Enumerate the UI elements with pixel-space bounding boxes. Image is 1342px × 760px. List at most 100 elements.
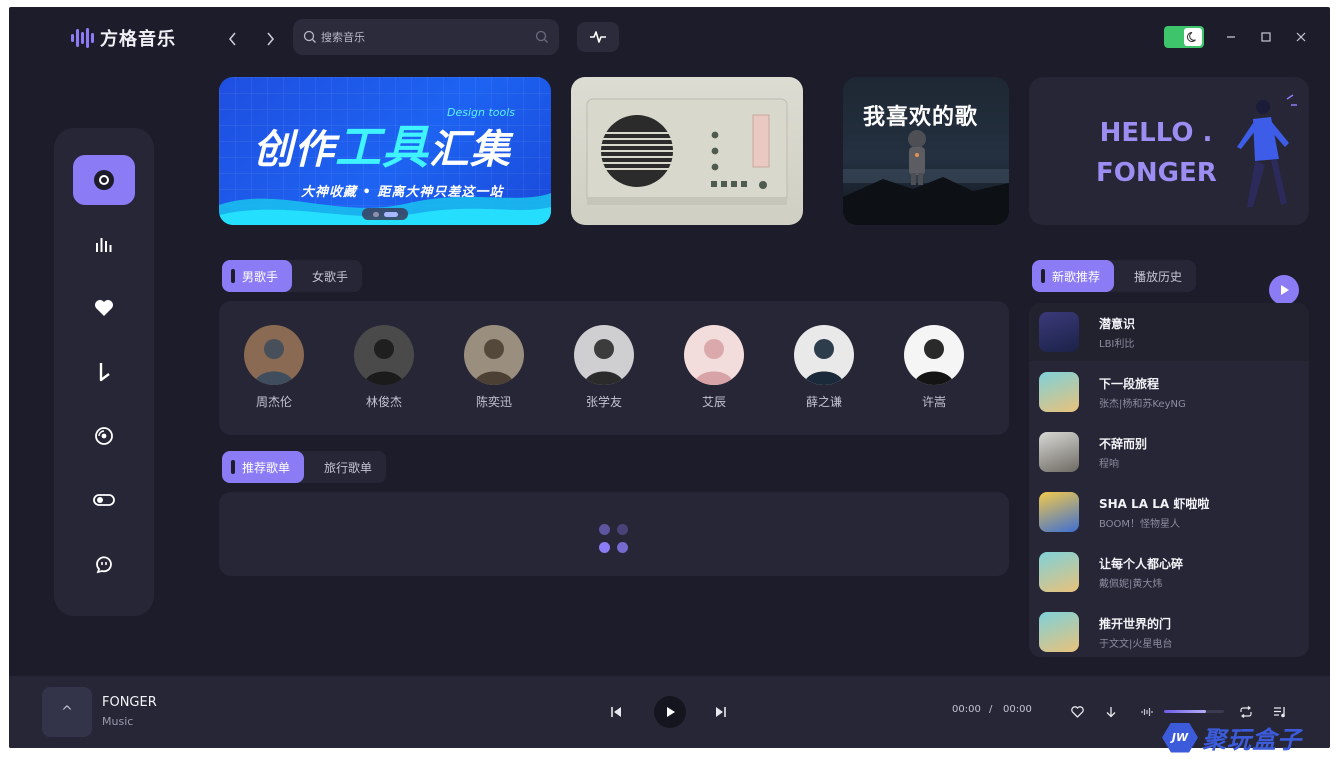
skip-back-icon — [611, 707, 621, 717]
app-logo: 方格音乐 — [71, 25, 176, 51]
tab-recommended-playlists[interactable]: 推荐歌单 — [222, 451, 305, 483]
banner-hello: HELLO . FONGER — [1029, 77, 1309, 225]
avatar — [904, 325, 964, 385]
tab-male-singers[interactable]: 男歌手 — [222, 260, 293, 292]
artists-panel: 周杰伦 林俊杰 陈奕迅 张学友 艾辰 薛之谦 许嵩 — [219, 301, 1009, 435]
skip-forward-icon — [716, 707, 726, 717]
close-button[interactable] — [1291, 27, 1311, 47]
repeat-mode-button[interactable] — [1238, 704, 1254, 720]
song-title: SHA LA LA 虾啦啦 — [1099, 497, 1210, 511]
list-item[interactable]: 不辞而别 程响 — [1029, 423, 1309, 481]
sidebar-item-settings[interactable] — [73, 475, 135, 525]
banner-radio[interactable] — [571, 77, 803, 225]
app-window: 方格音乐 搜索音乐 Design tools 创作工具汇集 大神收藏 • 距离大… — [9, 7, 1330, 748]
radio-illustration — [586, 98, 788, 205]
volume-level — [1164, 710, 1206, 713]
chat-bubble-icon — [96, 556, 112, 574]
artist-card[interactable]: 林俊杰 — [344, 325, 424, 410]
theme-toggle[interactable] — [1164, 26, 1204, 48]
list-item[interactable]: 推开世界的门 于文文|火星电台 — [1029, 603, 1309, 657]
like-button[interactable] — [1069, 704, 1085, 720]
maximize-button[interactable] — [1256, 27, 1276, 47]
banner-title: 我喜欢的歌 — [863, 105, 979, 130]
song-artist: BOOM！怪物星人 — [1099, 519, 1181, 530]
avatar — [684, 325, 744, 385]
chevron-right-icon — [267, 32, 275, 46]
artist-card[interactable]: 艾辰 — [674, 325, 754, 410]
artist-name: 艾辰 — [701, 395, 726, 409]
banner-favorite-songs[interactable]: 我喜欢的歌 — [843, 77, 1009, 225]
search-input[interactable] — [321, 30, 531, 44]
sidebar-item-downloads[interactable] — [73, 347, 135, 397]
sidebar-item-charts[interactable] — [73, 219, 135, 269]
play-icon — [1281, 285, 1289, 295]
minimize-icon — [1227, 36, 1235, 38]
playlist-queue-button[interactable] — [1272, 704, 1288, 720]
now-playing-cover-button[interactable]: ^ — [42, 687, 92, 737]
song-artist: LBI利比 — [1099, 339, 1135, 350]
arrow-down-icon — [1106, 707, 1116, 718]
song-title: 下一段旅程 — [1099, 377, 1160, 391]
listen-recognize-button[interactable] — [577, 22, 619, 52]
sidebar-item-chat[interactable] — [73, 539, 135, 589]
list-item[interactable]: 让每个人都心碎 戴佩妮|黄大炜 — [1029, 543, 1309, 601]
hello-text: HELLO . FONGER — [1096, 118, 1217, 188]
volume-button[interactable] — [1139, 704, 1155, 720]
song-title: 不辞而别 — [1099, 437, 1148, 451]
sidebar-item-favorites[interactable] — [73, 283, 135, 333]
toggle-icon — [93, 494, 115, 506]
now-playing-title: FONGER — [102, 695, 157, 710]
banner-subtitle: 大神收藏 • 距离大神只差这一站 — [301, 185, 504, 200]
download-icon — [99, 363, 110, 382]
person-illustration — [1237, 94, 1297, 207]
carousel-dots[interactable] — [362, 208, 408, 220]
heart-icon — [95, 300, 113, 316]
song-title: 推开世界的门 — [1099, 617, 1172, 631]
player-bar: ^ FONGER Music 00:00 / 00:00 — [9, 676, 1330, 748]
song-cover — [1039, 312, 1079, 352]
artist-name: 薛之谦 — [805, 395, 842, 409]
banner-design-tools[interactable]: Design tools 创作工具汇集 大神收藏 • 距离大神只差这一站 — [219, 77, 551, 225]
pulse-icon — [590, 31, 606, 43]
download-button[interactable] — [1103, 704, 1119, 720]
avatar — [574, 325, 634, 385]
current-time: 00:00 — [952, 704, 981, 715]
artist-card[interactable]: 周杰伦 — [234, 325, 314, 410]
artist-name: 张学友 — [585, 395, 622, 409]
previous-track-button[interactable] — [608, 704, 624, 720]
artist-card[interactable]: 陈奕迅 — [454, 325, 534, 410]
volume-slider[interactable] — [1164, 710, 1224, 713]
search-box — [293, 19, 559, 55]
loading-spinner-icon — [599, 524, 631, 556]
sidebar-item-albums[interactable] — [73, 411, 135, 461]
artist-card[interactable]: 许嵩 — [894, 325, 974, 410]
avatar — [794, 325, 854, 385]
list-item[interactable]: 下一段旅程 张杰|杨和苏KeyNG — [1029, 363, 1309, 421]
artist-name: 许嵩 — [921, 395, 946, 409]
minimize-button[interactable] — [1221, 27, 1241, 47]
watermark-text: 聚玩盒子 — [1202, 726, 1302, 754]
chevron-left-icon — [228, 32, 236, 46]
song-artist: 程响 — [1099, 459, 1119, 470]
song-cover — [1039, 612, 1079, 652]
tab-travel-playlists[interactable]: 旅行歌单 — [304, 451, 386, 483]
artist-card[interactable]: 张学友 — [564, 325, 644, 410]
search-submit-icon[interactable] — [535, 30, 549, 44]
volume-wave-icon — [1141, 708, 1153, 716]
tab-play-history[interactable]: 播放历史 — [1114, 260, 1196, 292]
sidebar — [54, 128, 154, 616]
artist-card[interactable]: 薛之谦 — [784, 325, 864, 410]
forward-button[interactable] — [260, 29, 280, 49]
song-cover — [1039, 552, 1079, 592]
list-item[interactable]: 潜意识 LBI利比 — [1029, 303, 1309, 361]
play-all-button[interactable] — [1269, 275, 1299, 305]
watermark-badge: JW — [1162, 722, 1198, 753]
next-track-button[interactable] — [713, 704, 729, 720]
play-pause-button[interactable] — [654, 696, 686, 728]
tab-new-songs[interactable]: 新歌推荐 — [1032, 260, 1115, 292]
sidebar-item-discover[interactable] — [73, 155, 135, 205]
tab-female-singers[interactable]: 女歌手 — [292, 260, 362, 292]
list-item[interactable]: SHA LA LA 虾啦啦 BOOM！怪物星人 — [1029, 483, 1309, 541]
back-button[interactable] — [223, 29, 243, 49]
queue-list-icon — [1274, 707, 1285, 718]
